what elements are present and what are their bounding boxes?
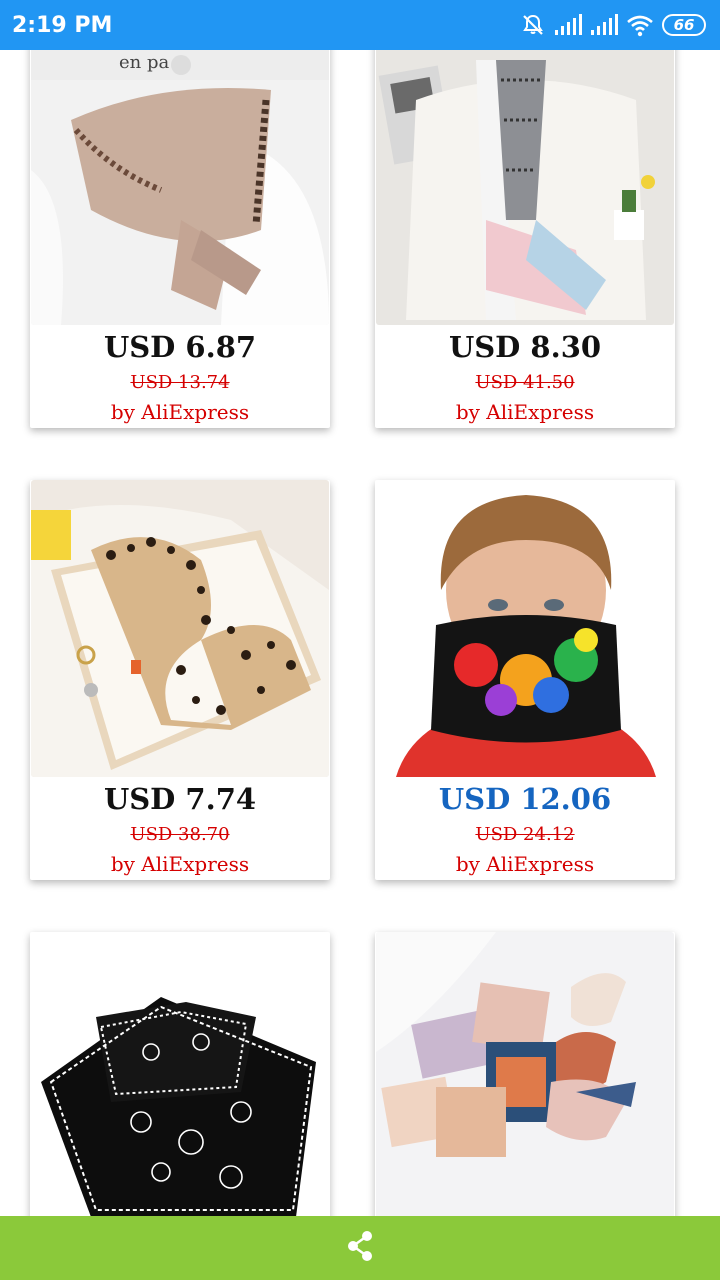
product-seller: by AliExpress [110, 400, 250, 424]
image-text: en pa [119, 52, 169, 73]
product-card[interactable]: en pa USD 6.87 USD 13.74 by AliExpress [30, 20, 330, 428]
product-card[interactable] [30, 932, 330, 1232]
product-seller: by AliExpress [455, 400, 595, 424]
product-seller: by AliExpress [110, 852, 250, 876]
bottom-bar [0, 1216, 720, 1280]
product-card[interactable]: USD 8.30 USD 41.50 by AliExpress [375, 20, 675, 428]
battery-icon: 66 [662, 14, 706, 36]
product-old-price: USD 13.74 [130, 372, 230, 393]
product-image[interactable] [31, 480, 329, 777]
status-icons: 66 [520, 12, 706, 38]
product-price: USD 8.30 [448, 330, 602, 364]
silent-icon [520, 12, 546, 38]
product-seller: by AliExpress [455, 852, 595, 876]
product-price: USD 7.74 [103, 782, 257, 816]
product-price: USD 12.06 [438, 782, 612, 816]
product-price: USD 6.87 [103, 330, 257, 364]
product-card[interactable]: USD 7.74 USD 38.70 by AliExpress [30, 480, 330, 880]
product-old-price: USD 38.70 [130, 824, 230, 845]
screen: 2:19 PM 66 en pa USD 6.87 USD 13.74 by A… [0, 0, 720, 1280]
product-grid: en pa USD 6.87 USD 13.74 by AliExpress U… [0, 0, 720, 1280]
status-bar: 2:19 PM 66 [0, 0, 720, 50]
product-image[interactable] [376, 20, 674, 325]
product-image[interactable] [376, 480, 674, 777]
product-old-price: USD 41.50 [475, 372, 575, 393]
wifi-icon [626, 13, 654, 37]
product-old-price: USD 24.12 [475, 824, 575, 845]
product-image[interactable] [31, 932, 329, 1232]
product-card[interactable]: USD 12.06 USD 24.12 by AliExpress [375, 480, 675, 880]
signal-icon [590, 13, 618, 37]
product-image[interactable] [376, 932, 674, 1232]
signal-icon [554, 13, 582, 37]
product-card[interactable] [375, 932, 675, 1232]
share-icon[interactable] [345, 1230, 375, 1266]
product-image[interactable]: en pa [31, 20, 329, 325]
status-time: 2:19 PM [12, 12, 113, 38]
